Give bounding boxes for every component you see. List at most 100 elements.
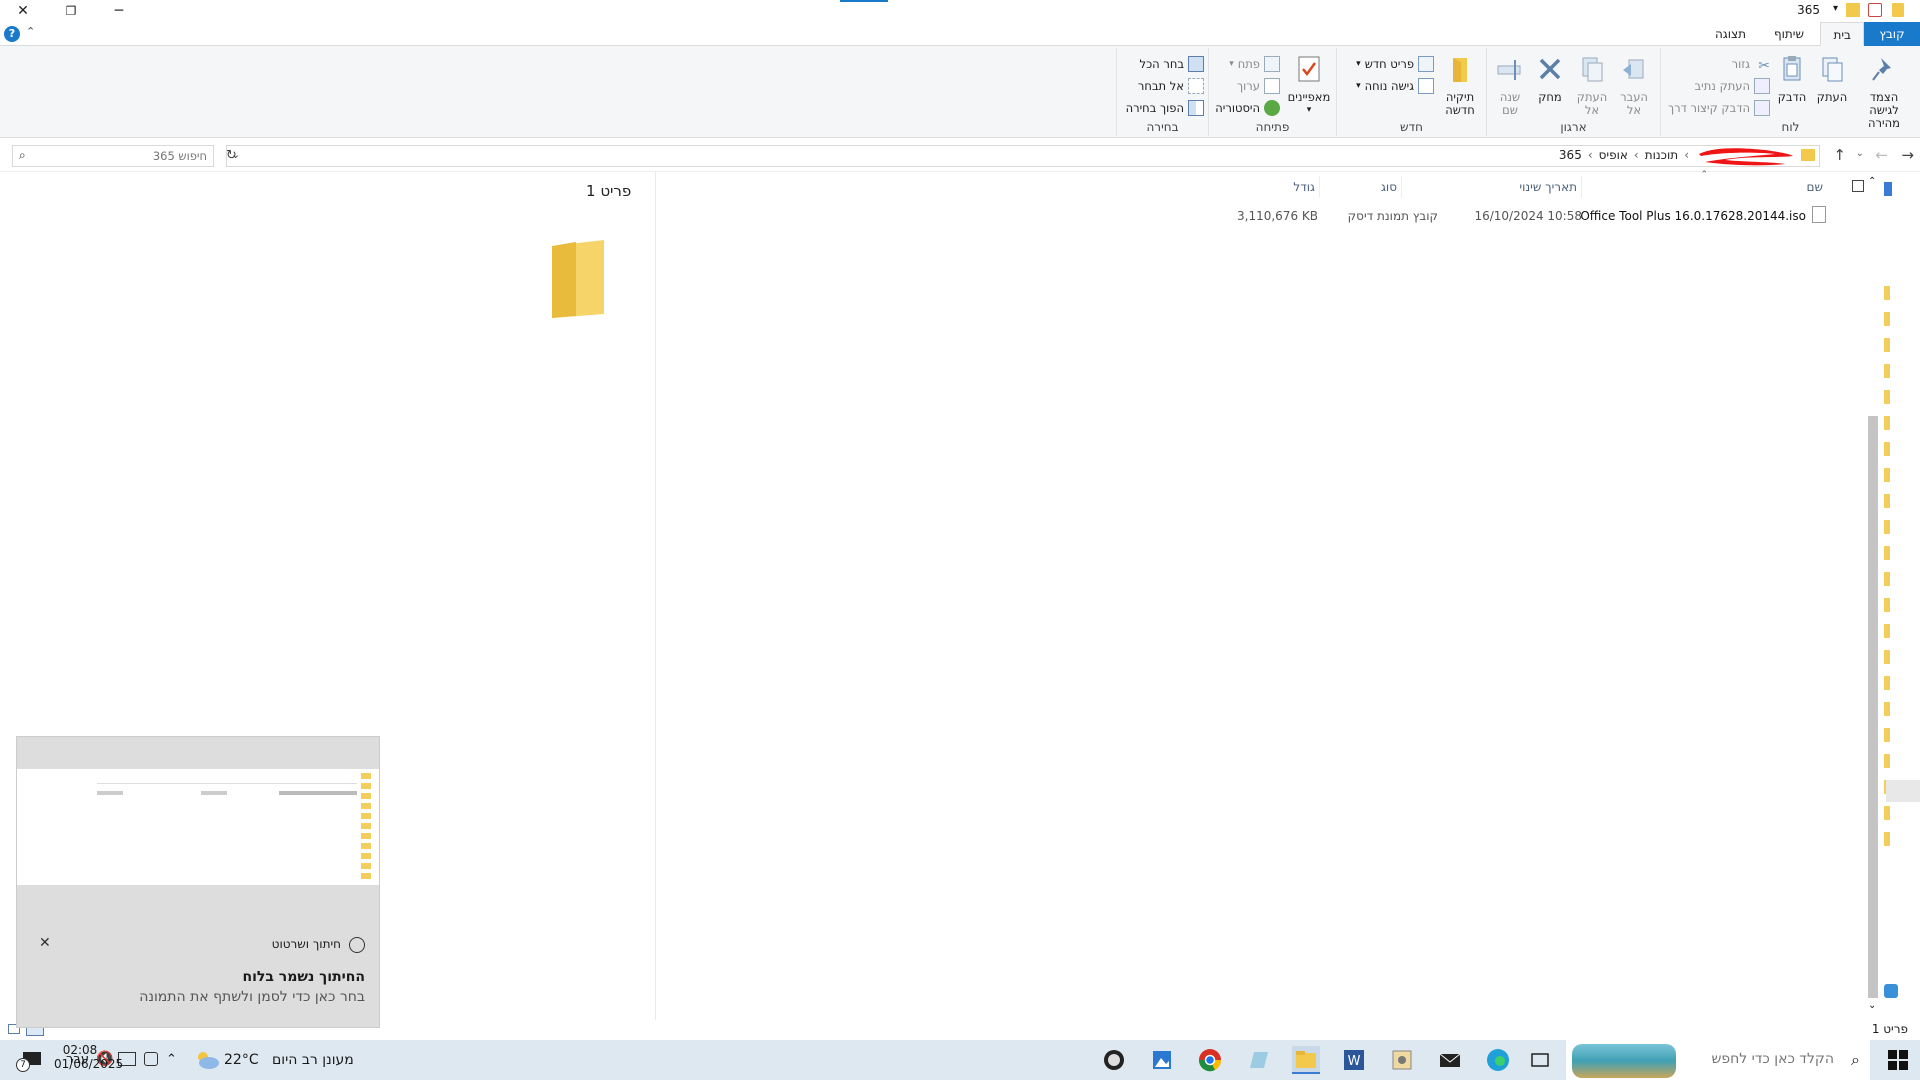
new-folder-button[interactable]: תיקיה חדשה	[1438, 52, 1482, 117]
redaction-scribble	[1699, 148, 1793, 166]
edit-icon	[1264, 78, 1280, 94]
taskbar-search-input[interactable]	[1684, 1051, 1834, 1067]
newfolder-qat-icon[interactable]	[1846, 3, 1860, 17]
col-size[interactable]: גודל	[1240, 176, 1320, 198]
file-explorer-icon[interactable]	[1292, 1046, 1320, 1074]
breadcrumb-sep-icon: ›	[1633, 148, 1639, 162]
file-list: ⌃	[658, 170, 1868, 1020]
easy-access-label: גישה נוחה	[1364, 79, 1414, 93]
copy-button[interactable]: העתק	[1810, 52, 1854, 104]
restore-button[interactable]: ❐	[48, 0, 94, 22]
search-input[interactable]	[47, 147, 207, 165]
properties-qat-icon[interactable]	[1868, 3, 1882, 17]
tab-share[interactable]: שיתוף	[1762, 22, 1816, 46]
scissors-icon: ✂	[1758, 58, 1770, 74]
properties-icon	[1298, 56, 1320, 82]
history-label: היסטוריה	[1215, 101, 1260, 115]
snip-toast[interactable]: חיתוך ושרטוט ✕ החיתוך נשמר בלוח בחר כאן …	[16, 736, 380, 1028]
open-group: מאפיינים ▾ פתח ▾ ערוך היסטוריה פתיחה	[1208, 48, 1336, 136]
copy-to-icon	[1582, 57, 1603, 82]
help-icon[interactable]: ?	[4, 26, 20, 42]
forward-arrow-icon[interactable]: ←	[1875, 146, 1888, 164]
paste-shortcut-button[interactable]: הדבק קיצור דרך	[1668, 98, 1770, 118]
start-button[interactable]	[1888, 1050, 1908, 1070]
back-arrow-icon[interactable]: →	[1901, 146, 1914, 164]
paste-icon	[1783, 56, 1801, 81]
col-type[interactable]: סוג	[1381, 176, 1402, 198]
snip-preview[interactable]	[17, 769, 379, 885]
weather-text[interactable]: מעונן רב היום	[272, 1052, 354, 1068]
refresh-icon[interactable]: ↻	[226, 148, 237, 163]
edit-button[interactable]: ערוך	[1237, 76, 1280, 96]
search-glass-icon: ⌕	[1851, 1050, 1860, 1069]
select-none-button[interactable]: אל תבחר	[1138, 76, 1204, 96]
task-view-icon[interactable]	[1526, 1046, 1554, 1074]
weather-temp[interactable]: 22°C	[224, 1052, 259, 1068]
address-bar[interactable]: › תוכנות › אופיס › 365 ⌄	[226, 145, 1820, 167]
clock[interactable]: 02:08 01/06/2025	[54, 1043, 123, 1071]
vertical-scrollbar[interactable]: ⌃ ⌄	[1866, 176, 1880, 1014]
notes-app-icon[interactable]	[1244, 1046, 1272, 1074]
snipping-tool-taskbar-icon[interactable]	[1100, 1046, 1128, 1074]
recent-locations-icon[interactable]: ⌄	[1856, 148, 1864, 159]
cut-button[interactable]: ✂ גזור	[1732, 54, 1770, 74]
breadcrumb-item[interactable]: תוכנות	[1645, 148, 1678, 162]
taskbar-search[interactable]: ⌕	[1566, 1040, 1870, 1080]
delete-x-icon	[1539, 58, 1561, 80]
word-icon[interactable]: W	[1340, 1046, 1368, 1074]
history-button[interactable]: היסטוריה	[1215, 98, 1280, 118]
scroll-down-icon[interactable]: ⌄	[1868, 1000, 1876, 1011]
strip-icon	[1884, 182, 1892, 196]
open-label: פתח	[1237, 57, 1260, 71]
copy-to-label: העתק אל	[1576, 90, 1608, 117]
address-folder-icon	[1801, 149, 1815, 161]
photos-icon[interactable]	[1148, 1046, 1176, 1074]
up-arrow-icon[interactable]: ↑	[1833, 146, 1846, 164]
disk-image-file-icon	[1812, 206, 1826, 223]
search-box[interactable]: ⌕	[12, 145, 214, 167]
select-all-checkbox[interactable]	[1852, 180, 1864, 192]
copy-path-label: העתק נתיב	[1694, 79, 1750, 93]
paste-button[interactable]: הדבק	[1770, 52, 1814, 104]
tab-home[interactable]: בית	[1820, 22, 1864, 46]
invert-selection-button[interactable]: הפוך בחירה	[1126, 98, 1204, 118]
close-button[interactable]: ✕	[0, 0, 46, 22]
move-to-button[interactable]: העבר אל	[1612, 52, 1656, 117]
ribbon-collapse-icon[interactable]: ⌃	[26, 25, 35, 38]
mail-icon[interactable]	[1436, 1046, 1464, 1074]
notification-center-icon[interactable]: 7	[16, 1048, 44, 1072]
copy-label: העתק	[1816, 90, 1848, 104]
delete-button[interactable]: מחק	[1528, 52, 1572, 104]
breadcrumb-item[interactable]: אופיס	[1599, 148, 1628, 162]
new-item-button[interactable]: פריט חדש ▾	[1356, 54, 1434, 74]
scroll-up-icon[interactable]: ⌃	[1868, 176, 1876, 187]
tab-file[interactable]: קובץ	[1864, 22, 1920, 46]
col-date[interactable]: תאריך שינוי	[1519, 176, 1582, 198]
copy-path-button[interactable]: העתק נתיב	[1695, 76, 1770, 96]
copy-path-icon	[1754, 78, 1770, 94]
properties-button[interactable]: מאפיינים ▾	[1284, 52, 1334, 117]
breadcrumb-item[interactable]: 365	[1559, 148, 1582, 162]
details-count: פריט 1	[586, 182, 632, 200]
easy-access-button[interactable]: גישה נוחה ▾	[1356, 76, 1434, 96]
app-icon[interactable]	[1388, 1046, 1416, 1074]
scrollbar-thumb[interactable]	[1868, 416, 1878, 998]
chrome-icon[interactable]	[1196, 1046, 1224, 1074]
edge-icon[interactable]	[1484, 1046, 1512, 1074]
meet-now-icon[interactable]	[144, 1052, 158, 1066]
close-toast-icon[interactable]: ✕	[39, 935, 51, 951]
breadcrumb-sep-icon: ›	[1587, 148, 1593, 162]
col-name[interactable]: שם	[1807, 176, 1823, 198]
file-name[interactable]: Office Tool Plus 16.0.17628.20144.iso	[1580, 206, 1806, 226]
copy-to-button[interactable]: העתק אל	[1570, 52, 1614, 117]
tab-view[interactable]: תצוגה	[1703, 22, 1758, 46]
minimize-button[interactable]: ─	[96, 0, 142, 22]
open-button[interactable]: פתח ▾	[1229, 54, 1280, 74]
select-all-button[interactable]: בחר הכל	[1140, 54, 1204, 74]
address-row: → ← ⌄ ↑ › תוכנות › אופיס › 365 ⌄ ↻ ⌕	[0, 140, 1920, 172]
rename-button[interactable]: שנה שם	[1488, 52, 1532, 117]
show-hidden-icons-icon[interactable]: ⌃	[166, 1052, 177, 1067]
pin-quick-access-button[interactable]: הצמד לגישה מהירה	[1856, 52, 1912, 130]
select-group-label: בחירה	[1146, 120, 1179, 134]
qat-dropdown-icon[interactable]: ▾	[1833, 3, 1838, 14]
